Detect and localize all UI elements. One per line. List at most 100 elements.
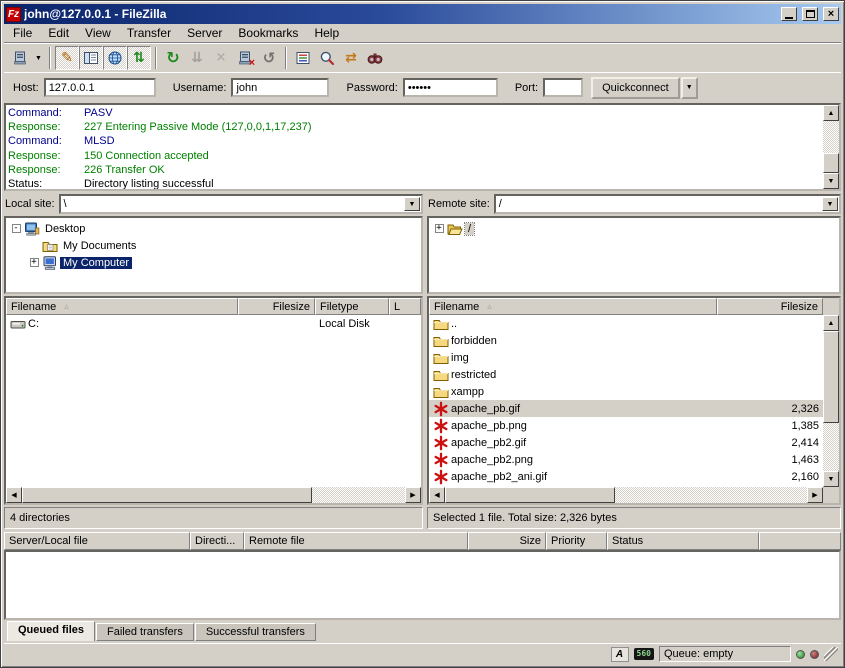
column-header-server-local-file[interactable]: Server/Local file <box>4 532 190 550</box>
scroll-left-icon[interactable]: ◀ <box>429 487 445 503</box>
remote-site-combo[interactable]: / ▼ <box>494 194 841 214</box>
synchronized-browsing-button[interactable]: ⇄ <box>339 46 363 70</box>
tree-node-my-documents[interactable]: My Documents <box>10 237 421 254</box>
resize-grip[interactable] <box>824 647 838 661</box>
scroll-thumb[interactable] <box>823 153 839 173</box>
scroll-right-icon[interactable]: ▶ <box>807 487 823 503</box>
column-header-filesize[interactable]: Filesize <box>238 298 315 315</box>
transfer-queue: Server/Local file Directi... Remote file… <box>4 532 841 620</box>
scroll-down-icon[interactable]: ▼ <box>823 471 839 487</box>
remote-row[interactable]: forbidden <box>429 332 823 349</box>
site-manager-icon <box>12 50 28 66</box>
data-type-indicator-icon[interactable]: A <box>611 647 629 662</box>
remote-row[interactable]: img <box>429 349 823 366</box>
menu-transfer[interactable]: Transfer <box>119 24 179 42</box>
remote-row[interactable]: apache_pb2_ani.gif 2,160 <box>429 468 823 485</box>
quickconnect-button[interactable]: Quickconnect <box>591 77 680 99</box>
collapse-icon[interactable]: - <box>12 224 21 233</box>
menu-bookmarks[interactable]: Bookmarks <box>230 24 306 42</box>
remote-row[interactable]: restricted <box>429 366 823 383</box>
local-row-c-drive[interactable]: C: Local Disk <box>6 315 421 332</box>
log-vertical-scrollbar[interactable]: ▲ ▼ <box>823 105 839 189</box>
port-input[interactable] <box>543 78 583 97</box>
remote-row-selected[interactable]: apache_pb.gif 2,326 <box>429 400 823 417</box>
menu-server[interactable]: Server <box>179 24 230 42</box>
scroll-down-icon[interactable]: ▼ <box>823 173 839 189</box>
refresh-button[interactable]: ↻ <box>161 46 185 70</box>
directory-listing-filters-button[interactable] <box>291 46 315 70</box>
reconnect-button[interactable]: ↺ <box>257 46 281 70</box>
remote-horizontal-scrollbar[interactable]: ◀ ▶ <box>429 487 823 503</box>
column-header-size[interactable]: Size <box>468 532 546 550</box>
tree-node-my-computer[interactable]: + My Computer <box>10 254 421 271</box>
local-site-combo[interactable]: \ ▼ <box>59 194 423 214</box>
toggle-transfer-queue-button[interactable]: ⇅ <box>127 46 151 70</box>
menu-file[interactable]: File <box>5 24 40 42</box>
column-header-direction[interactable]: Directi... <box>190 532 244 550</box>
cancel-operation-button[interactable]: × <box>209 46 233 70</box>
scroll-left-icon[interactable]: ◀ <box>6 487 22 503</box>
column-header-filename[interactable]: Filename▵ <box>429 298 717 315</box>
local-horizontal-scrollbar[interactable]: ◀ ▶ <box>6 487 421 503</box>
column-header-remote-file[interactable]: Remote file <box>244 532 468 550</box>
process-queue-button[interactable]: ⇊ <box>185 46 209 70</box>
scroll-right-icon[interactable]: ▶ <box>405 487 421 503</box>
close-button[interactable]: × <box>823 7 839 21</box>
directory-comparison-button[interactable] <box>363 46 387 70</box>
scroll-up-icon[interactable]: ▲ <box>823 105 839 121</box>
scroll-thumb[interactable] <box>823 331 839 423</box>
minimize-button[interactable] <box>781 7 797 21</box>
scroll-track[interactable] <box>312 487 405 503</box>
remote-row[interactable]: xampp <box>429 383 823 400</box>
remote-row[interactable]: .. <box>429 315 823 332</box>
remote-row[interactable]: apache_pb.png 1,385 <box>429 417 823 434</box>
scroll-thumb[interactable] <box>22 487 312 503</box>
combo-dropdown-icon[interactable]: ▼ <box>822 197 838 211</box>
column-header-last-modified[interactable]: L <box>389 298 421 315</box>
tab-successful-transfers[interactable]: Successful transfers <box>195 623 316 641</box>
expand-icon[interactable]: + <box>30 258 39 267</box>
toggle-message-log-button[interactable]: ✎ <box>55 46 79 70</box>
menu-edit[interactable]: Edit <box>40 24 77 42</box>
column-header-priority[interactable]: Priority <box>546 532 607 550</box>
search-icon <box>319 50 335 66</box>
log-line: Response:150 Connection accepted <box>8 149 823 163</box>
disconnect-button[interactable]: × <box>233 46 257 70</box>
remote-row[interactable]: apache_pb2.gif 2,414 <box>429 434 823 451</box>
column-header-filename[interactable]: Filename▵ <box>6 298 238 315</box>
site-manager-button[interactable] <box>8 46 32 70</box>
scroll-track[interactable] <box>823 423 839 471</box>
column-header-filesize[interactable]: Filesize <box>717 298 823 315</box>
remote-vertical-scrollbar[interactable]: ▲ ▼ <box>823 315 839 487</box>
password-input[interactable] <box>403 78 498 97</box>
app-icon[interactable]: Fz <box>6 7 21 22</box>
menu-help[interactable]: Help <box>306 24 347 42</box>
combo-dropdown-icon[interactable]: ▼ <box>404 197 420 211</box>
tree-node-desktop[interactable]: - Desktop <box>10 220 421 237</box>
column-header-filetype[interactable]: Filetype <box>315 298 389 315</box>
scroll-track[interactable] <box>615 487 807 503</box>
toggle-remote-tree-button[interactable] <box>103 46 127 70</box>
toolbar-separator <box>49 47 51 69</box>
menu-view[interactable]: View <box>77 24 119 42</box>
site-manager-dropdown[interactable]: ▼ <box>32 47 45 69</box>
maximize-button[interactable] <box>802 7 818 21</box>
file-search-button[interactable] <box>315 46 339 70</box>
speed-limit-icon[interactable]: 560 <box>634 648 654 660</box>
expand-icon[interactable]: + <box>435 224 444 233</box>
remote-site-label: Remote site: <box>427 198 494 210</box>
local-tree: - Desktop My Documents + My Computer <box>4 216 423 294</box>
tree-node-root[interactable]: + / <box>433 220 839 237</box>
host-input[interactable] <box>44 78 156 97</box>
toggle-local-tree-button[interactable] <box>79 46 103 70</box>
scroll-track[interactable] <box>823 121 839 153</box>
tab-failed-transfers[interactable]: Failed transfers <box>96 623 194 641</box>
tab-queued-files[interactable]: Queued files <box>7 621 95 641</box>
username-input[interactable] <box>231 78 329 97</box>
scroll-thumb[interactable] <box>445 487 615 503</box>
quickconnect-dropdown[interactable]: ▼ <box>681 77 698 99</box>
column-header-status[interactable]: Status <box>607 532 759 550</box>
local-tree-icon <box>83 50 99 66</box>
remote-row[interactable]: apache_pb2.png 1,463 <box>429 451 823 468</box>
scroll-up-icon[interactable]: ▲ <box>823 315 839 331</box>
